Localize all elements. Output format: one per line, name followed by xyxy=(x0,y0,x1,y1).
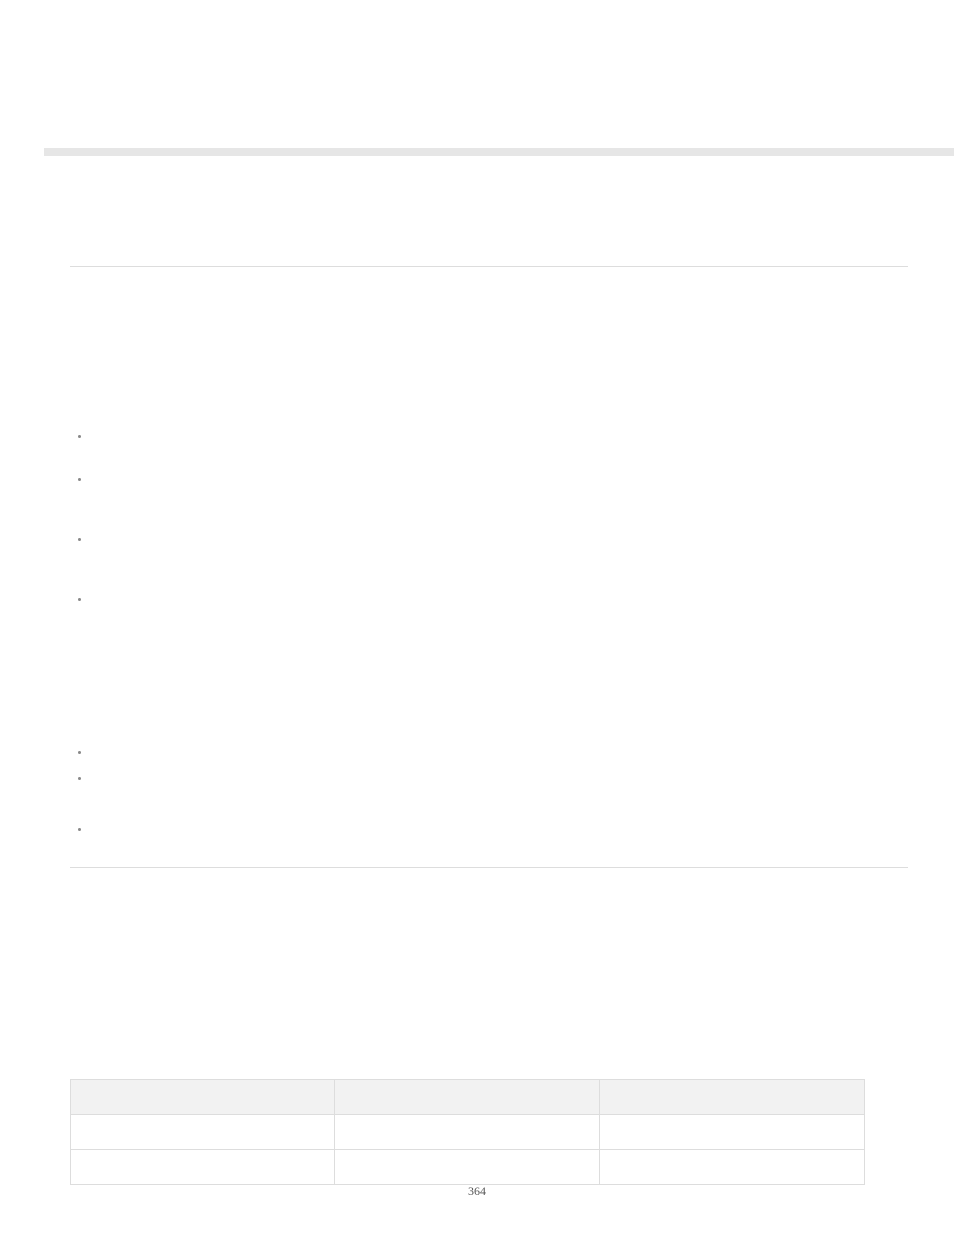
table-header-cell xyxy=(599,1080,864,1115)
bullet-point xyxy=(78,435,81,438)
table-header-cell xyxy=(335,1080,599,1115)
table-cell xyxy=(71,1150,335,1185)
bullet-point xyxy=(78,478,81,481)
bullet-point xyxy=(78,598,81,601)
bullet-point xyxy=(78,828,81,831)
table-header-row xyxy=(71,1080,865,1115)
table-cell xyxy=(335,1150,599,1185)
table-header-cell xyxy=(71,1080,335,1115)
section-divider xyxy=(70,867,908,868)
table-cell xyxy=(599,1115,864,1150)
bullet-point xyxy=(78,777,81,780)
table-cell xyxy=(599,1150,864,1185)
section-divider xyxy=(70,266,908,267)
data-table-wrapper xyxy=(70,1079,865,1185)
table-cell xyxy=(335,1115,599,1150)
bullet-point xyxy=(78,751,81,754)
data-table xyxy=(70,1079,865,1185)
table-row xyxy=(71,1115,865,1150)
bullet-point xyxy=(78,538,81,541)
table-row xyxy=(71,1150,865,1185)
top-divider-bar xyxy=(44,148,954,156)
table-cell xyxy=(71,1115,335,1150)
page-content xyxy=(70,180,908,1175)
page-number: 364 xyxy=(0,1184,954,1199)
